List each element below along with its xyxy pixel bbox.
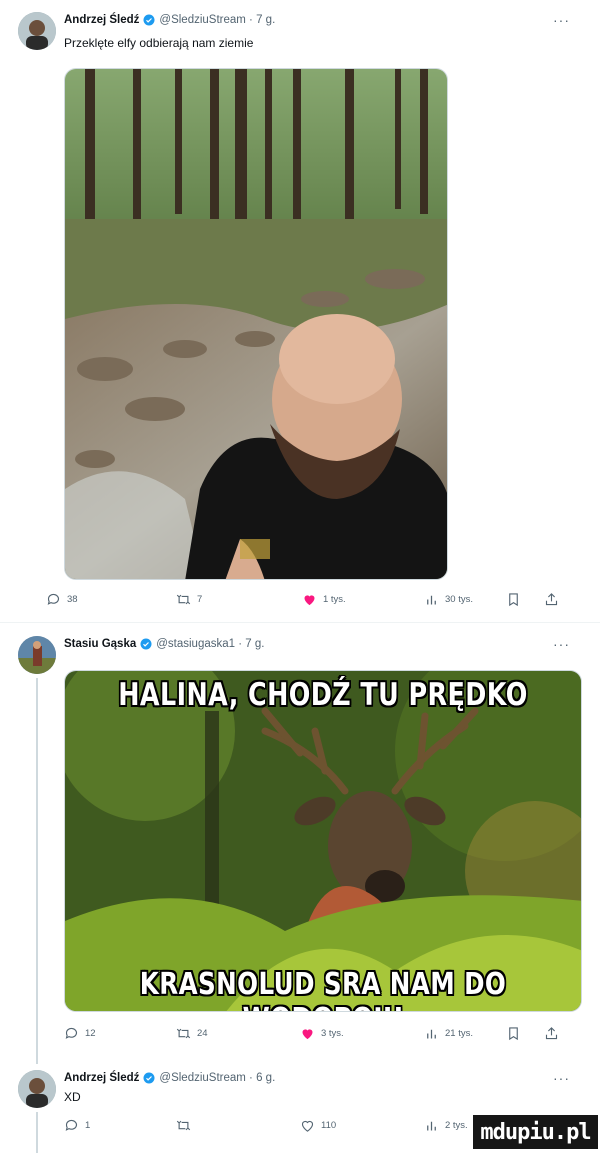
views-count: 30 tys. <box>445 594 473 605</box>
more-options-button[interactable]: ··· <box>553 1070 570 1086</box>
retweet-button[interactable]: 7 <box>176 592 202 607</box>
views-button[interactable]: 2 tys. <box>424 1118 468 1133</box>
meme-top-caption: HALINA, CHODŹ TU PRĘDKO <box>118 677 528 713</box>
bookmark-button[interactable] <box>506 1026 521 1041</box>
tweet-2[interactable]: Stasiu Gąska @stasiugaska1 · 7 g. ··· HA… <box>0 624 600 1064</box>
bookmark-icon <box>509 1027 518 1041</box>
views-button[interactable]: 21 tys. <box>424 1026 473 1041</box>
verified-badge-icon <box>143 14 155 26</box>
deer-photo <box>65 671 581 1011</box>
author-name[interactable]: Stasiu Gąska <box>64 638 136 650</box>
reply-count: 1 <box>85 1120 91 1131</box>
reply-icon <box>65 1119 78 1131</box>
author-handle[interactable]: @SledziuStream · 7 g. <box>159 14 275 26</box>
views-icon <box>427 595 436 605</box>
avatar[interactable] <box>18 1070 56 1108</box>
more-options-button[interactable]: ··· <box>553 636 570 652</box>
verified-badge-icon <box>143 1072 155 1084</box>
tweet-actions: 38 7 1 tys. 30 tys. <box>46 592 586 608</box>
share-icon <box>545 593 558 606</box>
retweet-count: 24 <box>197 1028 208 1039</box>
heart-icon <box>302 1029 313 1040</box>
meme-image[interactable]: HALINA, CHODŹ TU PRĘDKO KRASNOLUD SRA NA… <box>64 670 582 1012</box>
reply-count: 38 <box>67 594 78 605</box>
retweet-icon <box>176 1028 191 1039</box>
reply-count: 12 <box>85 1028 96 1039</box>
tweet-1[interactable]: Andrzej Śledź @SledziuStream · 7 g. ··· … <box>0 0 600 620</box>
avatar[interactable] <box>18 12 56 50</box>
like-button[interactable]: 3 tys. <box>300 1026 344 1041</box>
site-watermark: mdupiu.pl <box>473 1115 598 1149</box>
heart-icon <box>304 595 315 606</box>
retweet-count: 7 <box>197 594 203 605</box>
like-button[interactable]: 1 tys. <box>302 592 346 607</box>
author-handle[interactable]: @stasiugaska1 · 7 g. <box>156 638 264 650</box>
more-options-button[interactable]: ··· <box>553 12 570 28</box>
forest-photo <box>65 69 447 579</box>
tweet-actions: 12 24 3 tys. 21 tys. <box>64 1026 586 1042</box>
heart-outline-icon <box>301 1120 314 1132</box>
thread-line <box>36 678 38 1064</box>
share-button[interactable] <box>544 592 559 607</box>
bookmark-button[interactable] <box>506 592 521 607</box>
reply-button[interactable]: 38 <box>46 592 78 607</box>
tweet-photo[interactable] <box>64 68 448 580</box>
retweet-button[interactable]: 24 <box>176 1026 208 1041</box>
retweet-button[interactable] <box>176 1118 197 1133</box>
views-count: 2 tys. <box>445 1120 468 1131</box>
author-name[interactable]: Andrzej Śledź <box>64 1072 139 1084</box>
like-button[interactable]: 110 <box>300 1118 336 1133</box>
author-handle[interactable]: @SledziuStream · 6 g. <box>159 1072 275 1084</box>
views-count: 21 tys. <box>445 1028 473 1039</box>
tweet-divider <box>0 622 600 623</box>
verified-badge-icon <box>140 638 152 650</box>
share-icon <box>545 1027 558 1040</box>
retweet-icon <box>176 1120 191 1131</box>
reply-icon <box>65 1027 78 1039</box>
reply-icon <box>47 593 60 605</box>
like-count: 1 tys. <box>323 594 346 605</box>
bookmark-icon <box>509 593 518 607</box>
tweet-text: Przeklęte elfy odbierają nam ziemie <box>64 36 254 50</box>
reply-button[interactable]: 12 <box>64 1026 96 1041</box>
avatar[interactable] <box>18 636 56 674</box>
thread-line <box>36 1112 38 1153</box>
views-icon <box>427 1121 436 1131</box>
views-button[interactable]: 30 tys. <box>424 592 473 607</box>
reply-button[interactable]: 1 <box>64 1118 90 1133</box>
like-count: 110 <box>321 1120 337 1131</box>
like-count: 3 tys. <box>321 1028 344 1039</box>
retweet-icon <box>176 594 191 605</box>
views-icon <box>427 1029 436 1039</box>
tweet-text: XD <box>64 1090 81 1104</box>
meme-bottom-caption: KRASNOLUD SRA NAM DO WODOPOJU <box>139 967 507 1011</box>
share-button[interactable] <box>544 1026 559 1041</box>
author-name[interactable]: Andrzej Śledź <box>64 14 139 26</box>
tweet-3[interactable]: Andrzej Śledź @SledziuStream · 6 g. ··· … <box>0 1064 600 1153</box>
